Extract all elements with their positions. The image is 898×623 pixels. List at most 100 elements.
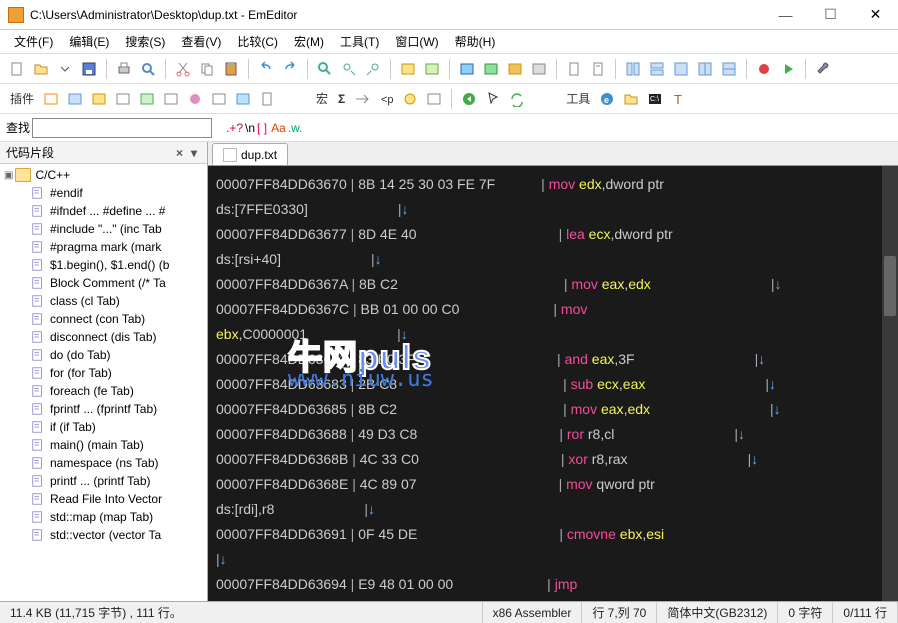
code-line[interactable]: 00007FF84DD63694 | E9 48 01 00 00| jmp [216, 572, 890, 597]
layout-5[interactable] [718, 58, 740, 80]
snippet-item[interactable]: #ifndef ... #define ... # [0, 202, 207, 220]
cursor-button[interactable] [482, 88, 504, 110]
macro-btn-2[interactable]: <p [375, 88, 397, 110]
cell-button-2[interactable] [480, 58, 502, 80]
plugin-btn-7[interactable] [184, 88, 206, 110]
cut-button[interactable] [172, 58, 194, 80]
snippet-item[interactable]: Read File Into Vector [0, 490, 207, 508]
new-file-button[interactable] [6, 58, 28, 80]
tools-cmd-button[interactable]: C:\ [644, 88, 666, 110]
back-button[interactable] [458, 88, 480, 110]
print-button[interactable] [113, 58, 135, 80]
word-icon[interactable]: .w. [288, 121, 303, 135]
save-button[interactable] [78, 58, 100, 80]
layout-1[interactable] [622, 58, 644, 80]
layout-2[interactable] [646, 58, 668, 80]
layout-4[interactable] [694, 58, 716, 80]
cell-button-3[interactable] [504, 58, 526, 80]
doc-button-2[interactable] [587, 58, 609, 80]
menu-tools[interactable]: 工具(T) [332, 30, 387, 53]
cell-button-4[interactable] [528, 58, 550, 80]
undo-button[interactable] [255, 58, 277, 80]
plugin-btn-8[interactable] [208, 88, 230, 110]
snippet-item[interactable]: if (if Tab) [0, 418, 207, 436]
code-line[interactable]: |↓ [216, 547, 890, 572]
print-preview-button[interactable] [137, 58, 159, 80]
record-button[interactable] [753, 58, 775, 80]
case-icon[interactable]: Aa [271, 121, 286, 135]
snippet-tree[interactable]: ▣ C/C++ #endif#ifndef ... #define ... ##… [0, 164, 207, 601]
code-line[interactable]: 00007FF84DD63691 | 0F 45 DE| cmovne ebx,… [216, 522, 890, 547]
macro-btn-3[interactable] [399, 88, 421, 110]
search-input[interactable] [32, 118, 212, 138]
menu-compare[interactable]: 比较(C) [229, 30, 286, 53]
plugin-btn-3[interactable] [88, 88, 110, 110]
snippet-item[interactable]: class (cl Tab) [0, 292, 207, 310]
status-lang[interactable]: x86 Assembler [483, 602, 583, 623]
code-line[interactable]: ebx,C0000001|↓ [216, 322, 890, 347]
snippet-item[interactable]: foreach (fe Tab) [0, 382, 207, 400]
tools-ie-button[interactable]: e [596, 88, 618, 110]
snippet-item[interactable]: std::vector (vector Ta [0, 526, 207, 544]
macro-btn-4[interactable] [423, 88, 445, 110]
code-line[interactable]: ds:[rdi],r8|↓ [216, 497, 890, 522]
minimize-button[interactable]: — [763, 1, 808, 29]
snippet-item[interactable]: $1.begin(), $1.end() (b [0, 256, 207, 274]
close-button[interactable]: ✕ [853, 1, 898, 29]
toggle-panel-1[interactable] [397, 58, 419, 80]
menu-file[interactable]: 文件(F) [6, 30, 61, 53]
snippet-item[interactable]: Block Comment (/* Ta [0, 274, 207, 292]
plugin-btn-10[interactable] [256, 88, 278, 110]
expand-icon[interactable]: ▣ [4, 170, 13, 181]
snippet-item[interactable]: #include "..." (inc Tab [0, 220, 207, 238]
escape-icon[interactable]: \n [245, 121, 255, 135]
play-button[interactable] [777, 58, 799, 80]
snippet-item[interactable]: #pragma mark (mark [0, 238, 207, 256]
menu-view[interactable]: 查看(V) [173, 30, 229, 53]
sidebar-close[interactable]: × [172, 146, 187, 160]
snippet-item[interactable]: disconnect (dis Tab) [0, 328, 207, 346]
code-line[interactable]: 00007FF84DD63683 | 2B C8| sub ecx,eax|↓ [216, 372, 890, 397]
plugin-btn-2[interactable] [64, 88, 86, 110]
snippet-item[interactable]: std::map (map Tab) [0, 508, 207, 526]
menu-edit[interactable]: 编辑(E) [61, 30, 117, 53]
menu-search[interactable]: 搜索(S) [117, 30, 173, 53]
snippet-item[interactable]: for (for Tab) [0, 364, 207, 382]
snippet-item[interactable]: #endif [0, 184, 207, 202]
regex-icon[interactable]: .+? [226, 121, 243, 135]
copy-button[interactable] [196, 58, 218, 80]
code-line[interactable]: ds:[rsi+40]|↓ [216, 247, 890, 272]
plugin-btn-1[interactable] [40, 88, 62, 110]
code-line[interactable]: 00007FF84DD6368B | 4C 33 C0| xor r8,rax|… [216, 447, 890, 472]
sigma-icon[interactable]: Σ [334, 92, 349, 106]
code-line[interactable]: 00007FF84DD6368E | 4C 89 07| mov qword p… [216, 472, 890, 497]
paste-button[interactable] [220, 58, 242, 80]
plugin-btn-6[interactable] [160, 88, 182, 110]
toggle-panel-2[interactable] [421, 58, 443, 80]
redo-button[interactable] [279, 58, 301, 80]
tab-dup[interactable]: dup.txt [212, 143, 288, 165]
find-next-button[interactable] [338, 58, 360, 80]
code-line[interactable]: ds:[7FFE0330]|↓ [216, 197, 890, 222]
snippet-item[interactable]: connect (con Tab) [0, 310, 207, 328]
code-line[interactable]: 00007FF84DD63681 | 83 E0 3F| and eax,3F|… [216, 347, 890, 372]
status-enc[interactable]: 简体中文(GB2312) [657, 602, 778, 623]
menu-help[interactable]: 帮助(H) [447, 30, 504, 53]
code-area[interactable]: 00007FF84DD63670 | 8B 14 25 30 03 FE 7F|… [208, 166, 898, 601]
find-prev-button[interactable] [362, 58, 384, 80]
snippet-item[interactable]: printf ... (printf Tab) [0, 472, 207, 490]
snippet-item[interactable]: fprintf ... (fprintf Tab) [0, 400, 207, 418]
sidebar-pin[interactable]: ▾ [187, 146, 201, 160]
code-line[interactable]: 00007FF84DD63688 | 49 D3 C8| ror r8,cl|↓ [216, 422, 890, 447]
snippet-item[interactable]: namespace (ns Tab) [0, 454, 207, 472]
maximize-button[interactable]: ☐ [808, 1, 853, 29]
code-line[interactable]: 00007FF84DD63685 | 8B C2| mov eax,edx|↓ [216, 397, 890, 422]
code-line[interactable]: 00007FF84DD63670 | 8B 14 25 30 03 FE 7F|… [216, 172, 890, 197]
snippet-item[interactable]: main() (main Tab) [0, 436, 207, 454]
plugin-btn-9[interactable] [232, 88, 254, 110]
open-file-button[interactable] [30, 58, 52, 80]
tools-folder-button[interactable] [620, 88, 642, 110]
macro-btn-1[interactable] [351, 88, 373, 110]
refresh-button[interactable] [506, 88, 528, 110]
code-line[interactable]: 00007FF84DD63677 | 8D 4E 40| lea ecx,dwo… [216, 222, 890, 247]
